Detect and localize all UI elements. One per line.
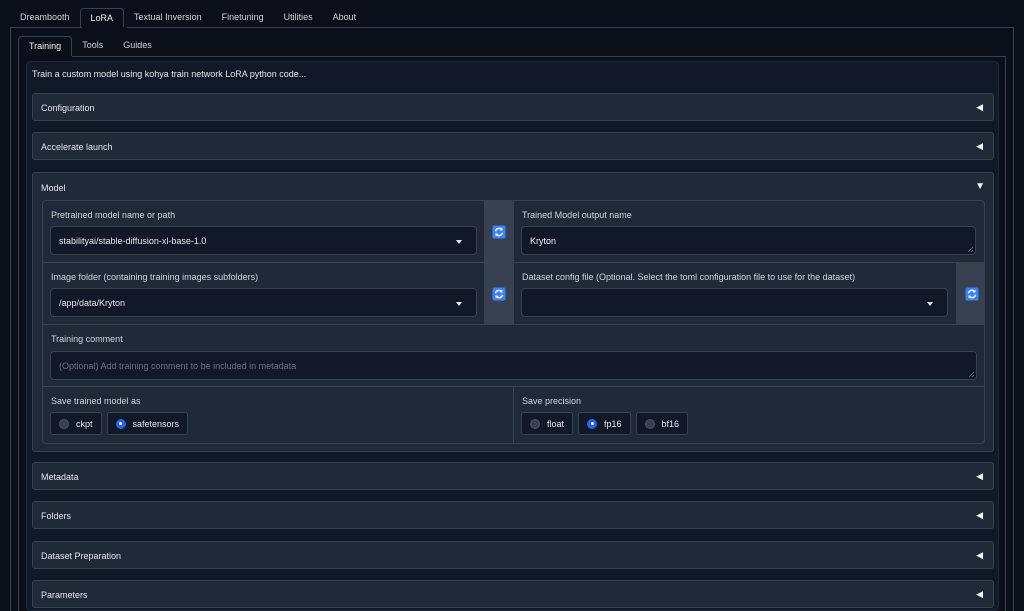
accordion-label: Dataset Preparation bbox=[41, 551, 122, 561]
radio-label: ckpt bbox=[76, 418, 93, 429]
save-as-label: Save trained model as bbox=[51, 396, 141, 406]
triangle-down-icon[interactable]: ▼ bbox=[975, 181, 985, 192]
sub-tab-divider bbox=[18, 56, 1006, 57]
active-tab-gap bbox=[82, 27, 127, 28]
accordion-accelerate-launch[interactable]: Accelerate launch ◀ bbox=[32, 132, 994, 160]
accordion-label: Accelerate launch bbox=[41, 142, 113, 152]
save-as-radio-group: ckpt safetensors bbox=[50, 412, 189, 435]
radio-ckpt[interactable]: ckpt bbox=[50, 412, 102, 435]
radio-dot bbox=[59, 418, 69, 429]
refresh-icon bbox=[492, 287, 506, 300]
output-name-input[interactable]: Kryton bbox=[521, 226, 976, 255]
tab-training[interactable]: Training bbox=[18, 36, 73, 57]
image-folder-value: /app/data/Kryton bbox=[59, 298, 126, 308]
dataset-config-cell: Dataset config file (Optional. Select th… bbox=[514, 263, 956, 324]
radio-label: safetensors bbox=[132, 418, 180, 429]
refresh-icon bbox=[492, 225, 506, 238]
refresh-icon bbox=[965, 287, 978, 300]
radio-dot bbox=[530, 418, 540, 429]
triangle-left-icon: ◀ bbox=[976, 471, 983, 481]
resize-grip-icon[interactable] bbox=[967, 246, 973, 252]
resize-grip-icon[interactable] bbox=[968, 371, 974, 377]
pretrained-model-label: Pretrained model name or path bbox=[51, 210, 176, 220]
accordion-label: Metadata bbox=[41, 472, 79, 482]
radio-fp16[interactable]: fp16 bbox=[578, 412, 631, 435]
pretrained-model-dropdown[interactable]: stabilityai/stable-diffusion-xl-base-1.0 bbox=[50, 226, 477, 255]
chevron-down-icon bbox=[456, 240, 462, 244]
output-name-cell: Trained Model output name Kryton bbox=[514, 201, 984, 262]
tab-guides[interactable]: Guides bbox=[113, 36, 162, 57]
tab-textual-inversion[interactable]: Textual Inversion bbox=[124, 8, 212, 28]
radio-bf16[interactable]: bf16 bbox=[635, 412, 689, 435]
dataset-config-label: Dataset config file (Optional. Select th… bbox=[522, 272, 856, 282]
tab-dreambooth[interactable]: Dreambooth bbox=[10, 8, 80, 28]
radio-float[interactable]: float bbox=[521, 412, 574, 435]
accordion-label: Model bbox=[41, 183, 66, 193]
image-folder-label: Image folder (containing training images… bbox=[51, 272, 259, 282]
save-as-cell: Save trained model as ckpt safetensors bbox=[43, 387, 513, 443]
accordion-configuration[interactable]: Configuration ◀ bbox=[32, 93, 994, 121]
chevron-down-icon bbox=[927, 302, 933, 306]
accordion-metadata[interactable]: Metadata ◀ bbox=[32, 462, 994, 490]
radio-dot-selected bbox=[587, 418, 598, 429]
radio-safetensors[interactable]: safetensors bbox=[106, 412, 189, 435]
training-comment-input[interactable]: (Optional) Add training comment to be in… bbox=[50, 351, 977, 380]
sub-tab-bar: Training Tools Guides bbox=[18, 36, 162, 57]
training-description: Train a custom model using kohya train n… bbox=[32, 69, 307, 79]
tab-utilities[interactable]: Utilities bbox=[274, 8, 323, 28]
radio-label: float bbox=[547, 418, 565, 429]
triangle-left-icon: ◀ bbox=[976, 550, 983, 560]
training-comment-label: Training comment bbox=[51, 334, 123, 344]
output-name-label: Trained Model output name bbox=[522, 210, 632, 220]
tab-about[interactable]: About bbox=[323, 8, 367, 28]
accordion-dataset-preparation[interactable]: Dataset Preparation ◀ bbox=[32, 541, 994, 569]
triangle-left-icon: ◀ bbox=[976, 102, 983, 112]
image-folder-dropdown[interactable]: /app/data/Kryton bbox=[50, 288, 477, 317]
tab-finetuning[interactable]: Finetuning bbox=[212, 8, 274, 28]
active-subtab-gap bbox=[19, 56, 72, 57]
chevron-down-icon bbox=[456, 302, 462, 306]
accordion-label: Configuration bbox=[41, 103, 95, 113]
save-precision-cell: Save precision float fp16 bf16 bbox=[514, 387, 984, 443]
radio-label: bf16 bbox=[661, 418, 680, 429]
accordion-label: Folders bbox=[41, 511, 72, 521]
training-comment-placeholder: (Optional) Add training comment to be in… bbox=[59, 361, 297, 371]
tab-lora[interactable]: LoRA bbox=[79, 8, 125, 28]
triangle-left-icon: ◀ bbox=[976, 141, 983, 151]
radio-dot bbox=[644, 418, 655, 429]
radio-dot-selected bbox=[115, 418, 126, 429]
accordion-label: Parameters bbox=[41, 590, 88, 600]
model-settings-grid: Pretrained model name or path stabilitya… bbox=[42, 200, 985, 444]
save-precision-label: Save precision bbox=[522, 396, 582, 406]
pretrained-model-cell: Pretrained model name or path stabilitya… bbox=[43, 201, 484, 262]
pretrained-refresh-button[interactable] bbox=[485, 201, 513, 262]
accordion-model: Model ▼ Pretrained model name or path st… bbox=[32, 172, 994, 452]
triangle-left-icon: ◀ bbox=[976, 510, 983, 520]
top-tab-bar: Dreambooth LoRA Textual Inversion Finetu… bbox=[10, 8, 366, 28]
accordion-folders[interactable]: Folders ◀ bbox=[32, 501, 994, 529]
dataset-config-refresh-button[interactable] bbox=[957, 263, 984, 324]
radio-label: fp16 bbox=[604, 418, 622, 429]
save-precision-radio-group: float fp16 bf16 bbox=[521, 412, 689, 435]
image-folder-refresh-button[interactable] bbox=[485, 263, 513, 324]
dataset-config-dropdown[interactable] bbox=[521, 288, 948, 317]
pretrained-model-value: stabilityai/stable-diffusion-xl-base-1.0 bbox=[59, 236, 207, 246]
tab-tools[interactable]: Tools bbox=[72, 36, 113, 57]
image-folder-cell: Image folder (containing training images… bbox=[43, 263, 484, 324]
triangle-left-icon: ◀ bbox=[976, 589, 983, 599]
accordion-parameters[interactable]: Parameters ◀ bbox=[32, 580, 994, 608]
output-name-value: Kryton bbox=[530, 236, 557, 246]
training-comment-cell: Training comment (Optional) Add training… bbox=[43, 325, 984, 386]
